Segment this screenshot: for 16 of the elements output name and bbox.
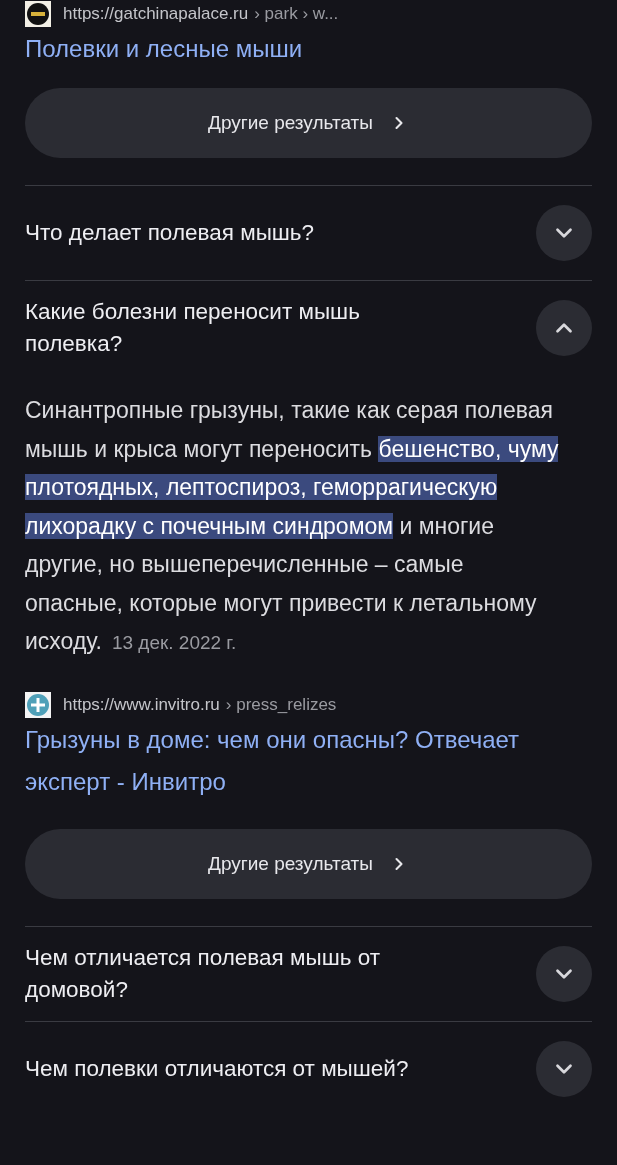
question-text: Что делает полевая мышь? <box>25 219 315 247</box>
result-url: https://gatchinapalace.ru <box>63 4 249 24</box>
question-text: Чем отличается полевая мышь от домовой? <box>25 943 381 1004</box>
result-title-link[interactable]: Полевки и лесные мыши <box>25 28 592 70</box>
result-title-link[interactable]: Грызуны в доме: чем они опасны? Отвечает эксперт - Инвитро <box>25 718 592 803</box>
result-path: › park › w... <box>254 4 339 24</box>
answer-text: Синантропные грызуны, такие как серая полевая мышь и крыса могут переносить бешенство, чуму плотоядных, лептоспироз, геморрагическую лихорадку с почечным синдромом и многие другие, но вышеперечисленные – самые опасные, которые могут привести к летальному исходу. 13 дек. 2022 г. <box>25 396 560 656</box>
question-text: Какие болезни переносит мышь полевка? <box>25 298 361 358</box>
question-text: Чем полевки отличаются от мышей? <box>25 1054 409 1083</box>
result-path: › press_relizes <box>225 694 337 715</box>
result-url: https://www.invitro.ru <box>63 694 220 715</box>
plus-logo-icon <box>25 691 51 718</box>
collapse-button[interactable] <box>536 300 592 356</box>
more-results-button[interactable]: Другие результаты <box>25 88 592 158</box>
expand-button[interactable] <box>536 205 592 261</box>
more-results-button[interactable]: Другие результаты <box>25 828 592 899</box>
